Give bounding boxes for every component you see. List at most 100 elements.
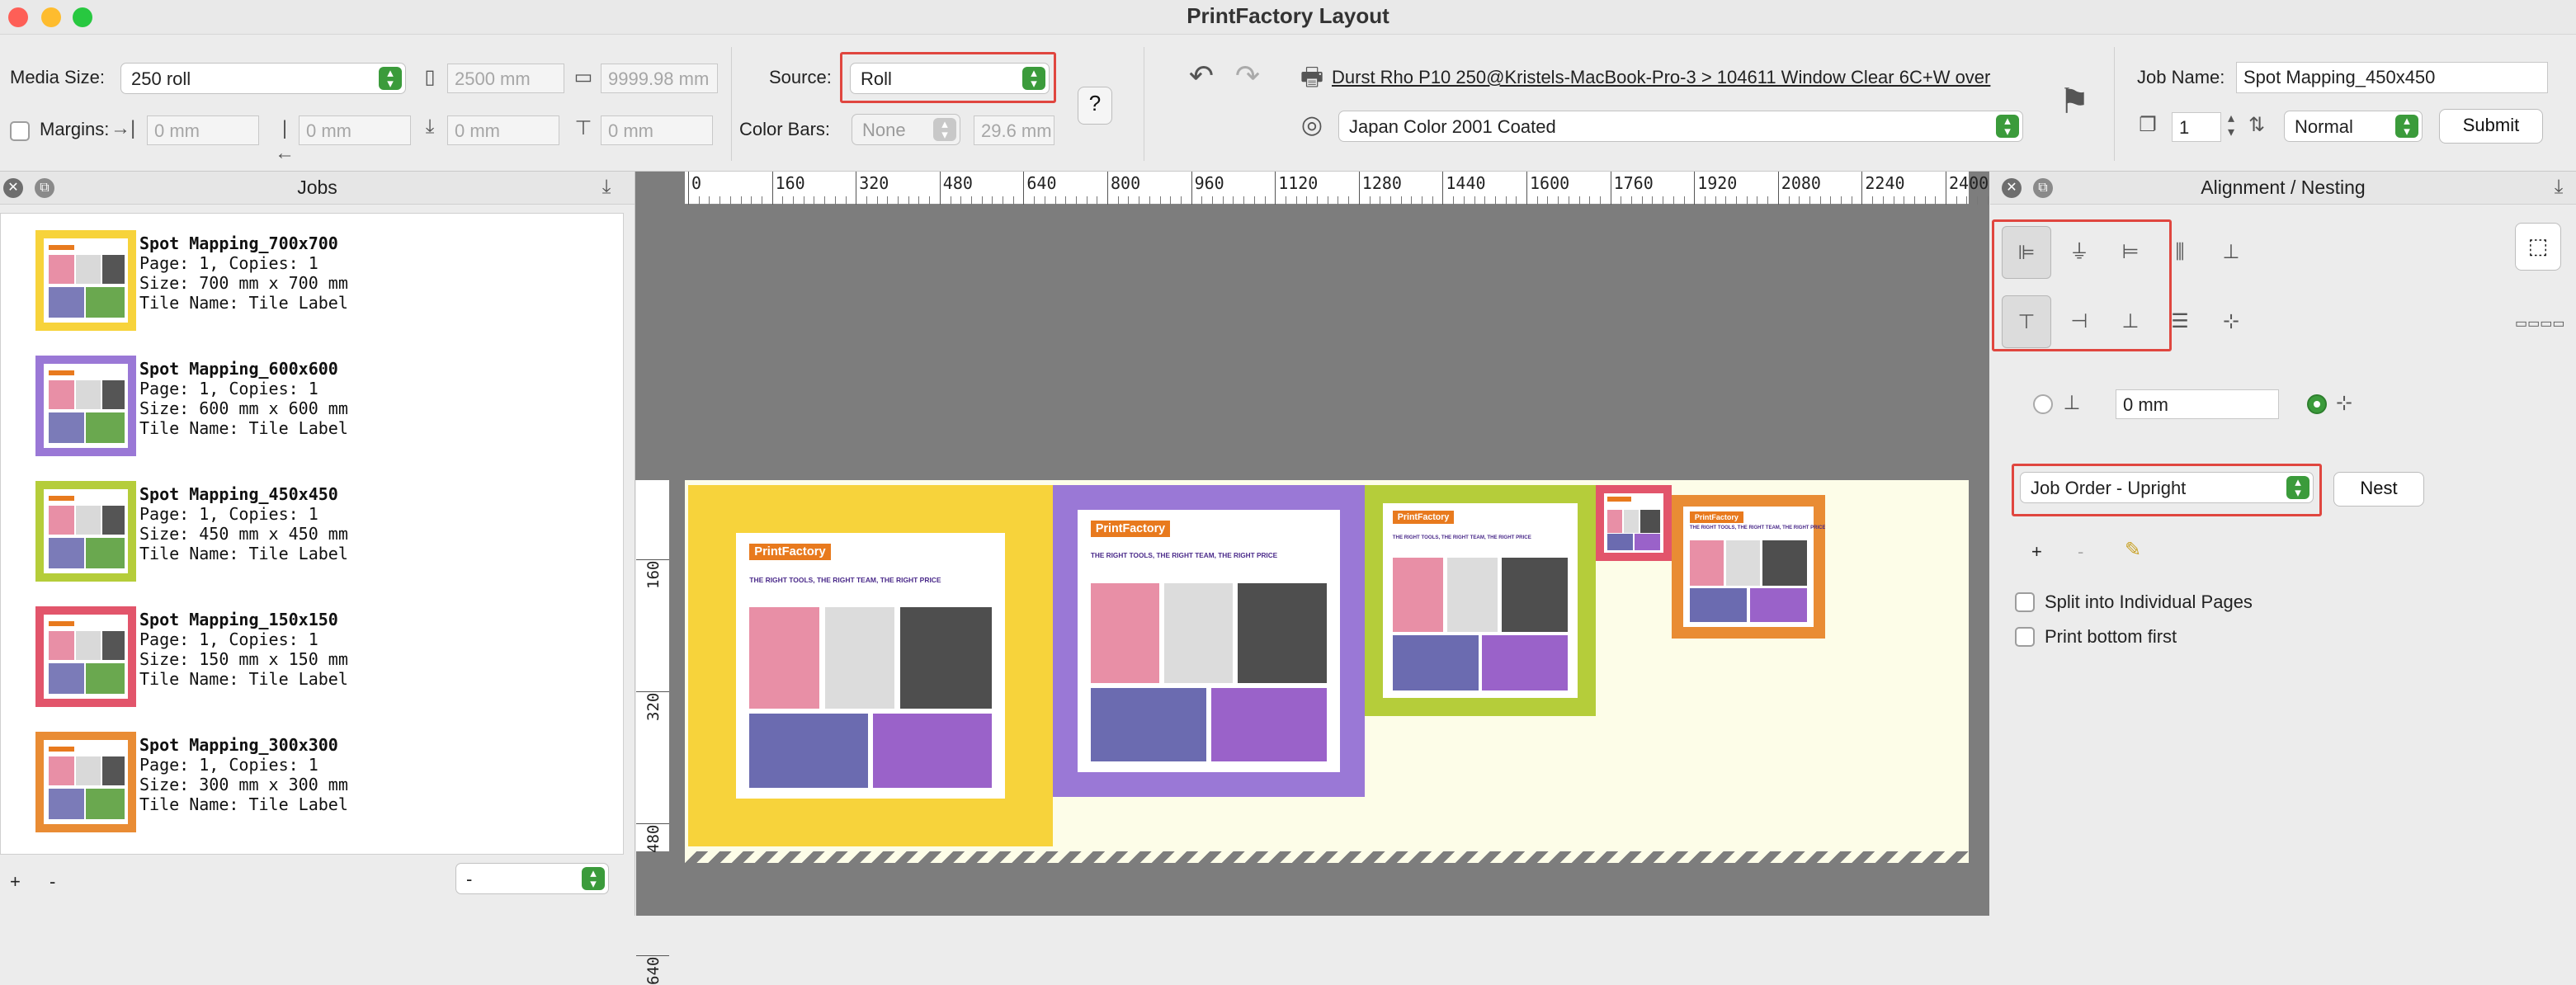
- checkered-flag-icon[interactable]: ⚑: [2051, 78, 2097, 125]
- job-list-item[interactable]: Spot Mapping_450x450 Page: 1, Copies: 1 Si…: [32, 481, 610, 590]
- job-thumbnail: [35, 481, 136, 582]
- remove-job-button[interactable]: -: [50, 871, 55, 893]
- align-right-icon[interactable]: ⊨: [2106, 226, 2155, 279]
- ruler-minor-tick: [1484, 196, 1486, 205]
- spacing-field[interactable]: 0 mm: [2116, 389, 2279, 419]
- margin-left-icon: →|: [111, 117, 136, 139]
- job-list-item[interactable]: Spot Mapping_150x150 Page: 1, Copies: 1 Si…: [32, 606, 610, 715]
- grid-spacing-icon[interactable]: ▭▭▭▭: [2515, 312, 2564, 337]
- ruler-minor-tick: [1683, 196, 1685, 205]
- ruler-minor-tick: [1516, 196, 1517, 205]
- ruler-tick: [688, 172, 689, 205]
- ruler-minor-tick: [1736, 196, 1737, 205]
- job-list-item[interactable]: Spot Mapping_600x600 Page: 1, Copies: 1 Si…: [32, 356, 610, 464]
- margins-checkbox[interactable]: [10, 121, 30, 141]
- ruler-minor-tick: [824, 196, 826, 205]
- ruler-minor-tick: [1809, 196, 1810, 205]
- poster-photo: [1639, 510, 1661, 533]
- job-filter-value: -: [466, 869, 473, 889]
- thumb-photo: [86, 663, 125, 694]
- mode-select[interactable]: Normal ▴ ▾: [2284, 111, 2423, 142]
- add-job-button[interactable]: +: [10, 871, 21, 893]
- spacing-radio-off[interactable]: [2033, 394, 2053, 414]
- distribute-v-icon[interactable]: ☰: [2155, 295, 2205, 348]
- align-middle-v-icon[interactable]: ⊣: [2055, 295, 2104, 348]
- distribute-h-icon[interactable]: ⫼: [2155, 226, 2205, 279]
- align-bottom-icon[interactable]: ⊥: [2106, 295, 2155, 348]
- ruler-minor-tick: [1117, 196, 1119, 205]
- collapse-icon[interactable]: ⤓: [592, 175, 620, 200]
- job-thumbnail: [35, 230, 136, 331]
- help-icon[interactable]: ?: [1078, 87, 1112, 125]
- ruler-minor-tick: [1505, 196, 1507, 205]
- fit-selection-icon[interactable]: ⬚: [2515, 223, 2561, 271]
- poster-photo: [1762, 540, 1808, 587]
- color-profile-select[interactable]: Japan Color 2001 Coated ▴ ▾: [1338, 111, 2023, 142]
- color-bars-size-field[interactable]: 29.6 mm: [974, 115, 1054, 145]
- job-list-item[interactable]: Spot Mapping_700x700 Page: 1, Copies: 1 Si…: [32, 230, 610, 339]
- margin-right-field[interactable]: 0 mm: [299, 115, 411, 145]
- nested-job-tile[interactable]: PrintFactory THE RIGHT TOOLS, THE RIGHT T…: [688, 485, 1053, 846]
- job-name-field[interactable]: Spot Mapping_450x450: [2236, 62, 2548, 93]
- media-size-select[interactable]: 250 roll ▴ ▾: [120, 63, 406, 94]
- job-page-copies: Page: 1, Copies: 1: [139, 629, 318, 649]
- spacing-radio-on[interactable]: [2307, 394, 2327, 414]
- job-order-select[interactable]: Job Order - Upright ▴ ▾: [2020, 472, 2314, 503]
- page-height-icon: ▭: [573, 66, 593, 88]
- ruler-label: 480: [942, 173, 973, 193]
- job-list[interactable]: Spot Mapping_700x700 Page: 1, Copies: 1 Si…: [0, 213, 624, 855]
- media-sheet[interactable]: PrintFactory THE RIGHT TOOLS, THE RIGHT T…: [685, 480, 1969, 863]
- thumb-photo: [49, 631, 74, 661]
- poster-artwork: PrintFactory THE RIGHT TOOLS, THE RIGHT T…: [1683, 507, 1825, 627]
- ruler-label: 2240: [1865, 173, 1905, 193]
- distribute-h-center-icon[interactable]: ⊥: [2206, 226, 2256, 279]
- margin-top-field[interactable]: 0 mm: [601, 115, 713, 145]
- nested-job-tile[interactable]: PrintFactory THE RIGHT TOOLS, THE RIGHT T…: [1672, 495, 1825, 639]
- ruler-minor-tick: [1935, 196, 1937, 205]
- undo-icon[interactable]: ↶: [1183, 61, 1220, 91]
- width-field[interactable]: 2500 mm: [447, 64, 564, 93]
- ruler-minor-tick: [1474, 196, 1475, 205]
- height-field[interactable]: 9999.98 mm: [601, 64, 718, 93]
- align-top-icon[interactable]: ⊤: [2002, 295, 2051, 348]
- split-pages-checkbox[interactable]: [2015, 592, 2035, 612]
- poster-photo: [1749, 588, 1808, 623]
- poster-photo: [1689, 540, 1724, 587]
- margin-bottom-field[interactable]: 0 mm: [447, 115, 559, 145]
- job-filter-select[interactable]: - ▴ ▾: [455, 863, 609, 894]
- ruler-minor-tick: [1012, 196, 1014, 205]
- align-center-h-icon[interactable]: ⏚: [2055, 226, 2104, 279]
- sort-icon[interactable]: ⇅: [2243, 113, 2271, 138]
- job-list-item[interactable]: Spot Mapping_300x300 Page: 1, Copies: 1 Si…: [32, 732, 610, 841]
- thumb-photo: [49, 756, 74, 786]
- ruler-minor-tick: [1389, 196, 1391, 205]
- print-bottom-first-checkbox[interactable]: [2015, 627, 2035, 647]
- collapse-icon[interactable]: ⤓: [2545, 175, 2573, 200]
- align-left-icon[interactable]: ⊫: [2002, 226, 2051, 279]
- submit-button[interactable]: Submit: [2439, 109, 2543, 144]
- ruler-label: 160: [644, 560, 663, 589]
- copies-field[interactable]: 1: [2172, 112, 2221, 142]
- nest-button[interactable]: Nest: [2333, 472, 2424, 507]
- thumb-brand-bar: [49, 621, 74, 627]
- ruler-minor-tick: [1704, 196, 1706, 205]
- distribute-v-center-icon[interactable]: ⊹: [2206, 295, 2256, 348]
- color-bars-select[interactable]: None ▴ ▾: [852, 114, 960, 145]
- thumbnail-art: [44, 489, 128, 573]
- nested-job-tile[interactable]: PrintFactory THE RIGHT TOOLS, THE RIGHT T…: [1365, 485, 1596, 716]
- ruler-minor-tick: [970, 196, 972, 205]
- separator: [731, 47, 732, 161]
- printer-link[interactable]: Durst Rho P10 250@Kristels-MacBook-Pro-3…: [1332, 67, 1990, 88]
- ruler-tick: [1191, 172, 1192, 205]
- margin-left-field[interactable]: 0 mm: [147, 115, 259, 145]
- pencil-icon[interactable]: ✎: [2121, 538, 2145, 563]
- nested-job-tile[interactable]: PrintFactory THE RIGHT TOOLS, THE RIGHT T…: [1053, 485, 1365, 797]
- job-size: Size: 600 mm x 600 mm: [139, 398, 348, 418]
- nested-job-tile[interactable]: [1596, 485, 1672, 561]
- redo-icon[interactable]: ↷: [1229, 61, 1266, 91]
- job-tile: Tile Name: Tile Label: [139, 418, 348, 438]
- copies-stepper[interactable]: ▴ ▾: [2223, 111, 2239, 139]
- add-rule-button[interactable]: +: [2031, 541, 2042, 563]
- ruler-label: 640: [644, 956, 663, 985]
- remove-rule-button[interactable]: -: [2078, 541, 2083, 563]
